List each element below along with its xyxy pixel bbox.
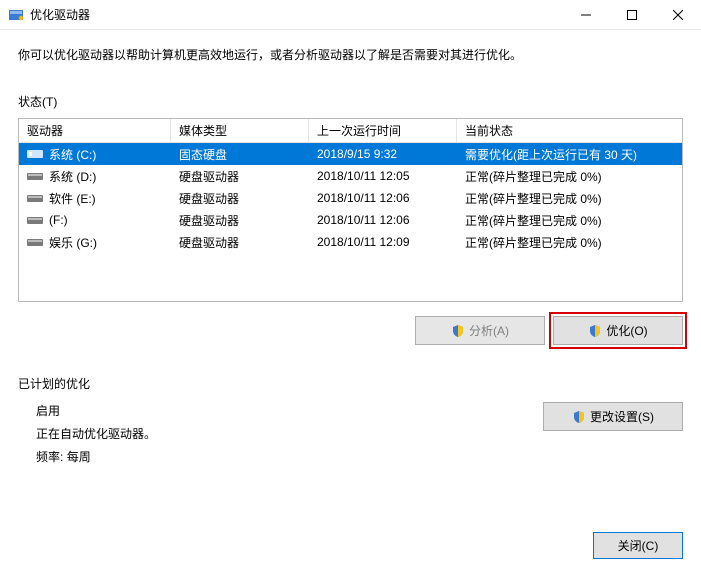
- drive-state: 正常(碎片整理已完成 0%): [457, 210, 682, 231]
- drive-row[interactable]: 娱乐 (G:) 硬盘驱动器2018/10/11 12:09正常(碎片整理已完成 0…: [19, 231, 682, 253]
- drive-lastrun: 2018/10/11 12:05: [309, 167, 457, 185]
- drive-lastrun: 2018/10/11 12:06: [309, 211, 457, 229]
- drive-row[interactable]: 系统 (C:) 固态硬盘2018/9/15 9:32需要优化(距上次运行已有 30…: [19, 143, 682, 165]
- drive-list-header: 驱动器 媒体类型 上一次运行时间 当前状态: [19, 119, 682, 143]
- drive-row[interactable]: 系统 (D:) 硬盘驱动器2018/10/11 12:05正常(碎片整理已完成 0…: [19, 165, 682, 187]
- close-button-label: 关闭(C): [618, 537, 659, 554]
- close-button[interactable]: 关闭(C): [593, 532, 683, 559]
- drive-media: 固态硬盘: [171, 144, 309, 165]
- drive-row[interactable]: (F:) 硬盘驱动器2018/10/11 12:06正常(碎片整理已完成 0%): [19, 209, 682, 231]
- drive-icon: [27, 170, 43, 182]
- schedule-info: 启用 正在自动优化驱动器。 频率: 每周: [18, 402, 543, 465]
- change-settings-button[interactable]: 更改设置(S): [543, 402, 683, 431]
- close-window-button[interactable]: [655, 0, 701, 30]
- schedule-enabled-label: 启用: [36, 402, 543, 419]
- drive-media: 硬盘驱动器: [171, 166, 309, 187]
- window-titlebar: 优化驱动器: [0, 0, 701, 30]
- drive-state: 需要优化(距上次运行已有 30 天): [457, 144, 682, 165]
- drive-media: 硬盘驱动器: [171, 210, 309, 231]
- schedule-frequency-value: 每周: [67, 450, 91, 464]
- analyze-button: 分析(A): [415, 316, 545, 345]
- column-header-drive[interactable]: 驱动器: [19, 118, 171, 143]
- minimize-button[interactable]: [563, 0, 609, 30]
- change-settings-button-label: 更改设置(S): [590, 408, 654, 425]
- drive-list-panel: 驱动器 媒体类型 上一次运行时间 当前状态 系统 (C:) 固态硬盘2018/9/…: [18, 118, 683, 302]
- drive-name: 系统 (C:): [49, 146, 96, 163]
- drive-media: 硬盘驱动器: [171, 188, 309, 209]
- schedule-description: 正在自动优化驱动器。: [36, 425, 543, 442]
- drive-state: 正常(碎片整理已完成 0%): [457, 166, 682, 187]
- shield-icon: [588, 324, 602, 338]
- drive-lastrun: 2018/10/11 12:06: [309, 189, 457, 207]
- optimize-button[interactable]: 优化(O): [553, 316, 683, 345]
- drive-icon: [27, 148, 43, 160]
- drive-name: (F:): [49, 213, 68, 227]
- shield-icon: [572, 410, 586, 424]
- drive-lastrun: 2018/9/15 9:32: [309, 145, 457, 163]
- drive-icon: [27, 192, 43, 204]
- schedule-section-label: 已计划的优化: [18, 375, 683, 392]
- drive-name: 系统 (D:): [49, 168, 96, 185]
- drive-name: 娱乐 (G:): [49, 234, 97, 251]
- page-description: 你可以优化驱动器以帮助计算机更高效地运行，或者分析驱动器以了解是否需要对其进行优…: [18, 46, 683, 63]
- drive-state: 正常(碎片整理已完成 0%): [457, 232, 682, 253]
- drive-name: 软件 (E:): [49, 190, 96, 207]
- app-icon: [8, 7, 24, 23]
- schedule-frequency-label: 频率:: [36, 450, 63, 464]
- drive-icon: [27, 236, 43, 248]
- analyze-button-label: 分析(A): [469, 322, 509, 339]
- drive-icon: [27, 214, 43, 226]
- schedule-frequency: 频率: 每周: [36, 448, 543, 465]
- status-section-label: 状态(T): [18, 93, 683, 110]
- window-title: 优化驱动器: [30, 6, 90, 23]
- optimize-button-label: 优化(O): [606, 322, 647, 339]
- column-header-media[interactable]: 媒体类型: [171, 118, 309, 143]
- shield-icon: [451, 324, 465, 338]
- drive-lastrun: 2018/10/11 12:09: [309, 233, 457, 251]
- maximize-button[interactable]: [609, 0, 655, 30]
- column-header-lastrun[interactable]: 上一次运行时间: [309, 118, 457, 143]
- drive-media: 硬盘驱动器: [171, 232, 309, 253]
- drive-state: 正常(碎片整理已完成 0%): [457, 188, 682, 209]
- column-header-state[interactable]: 当前状态: [457, 118, 682, 143]
- drive-row[interactable]: 软件 (E:) 硬盘驱动器2018/10/11 12:06正常(碎片整理已完成 0…: [19, 187, 682, 209]
